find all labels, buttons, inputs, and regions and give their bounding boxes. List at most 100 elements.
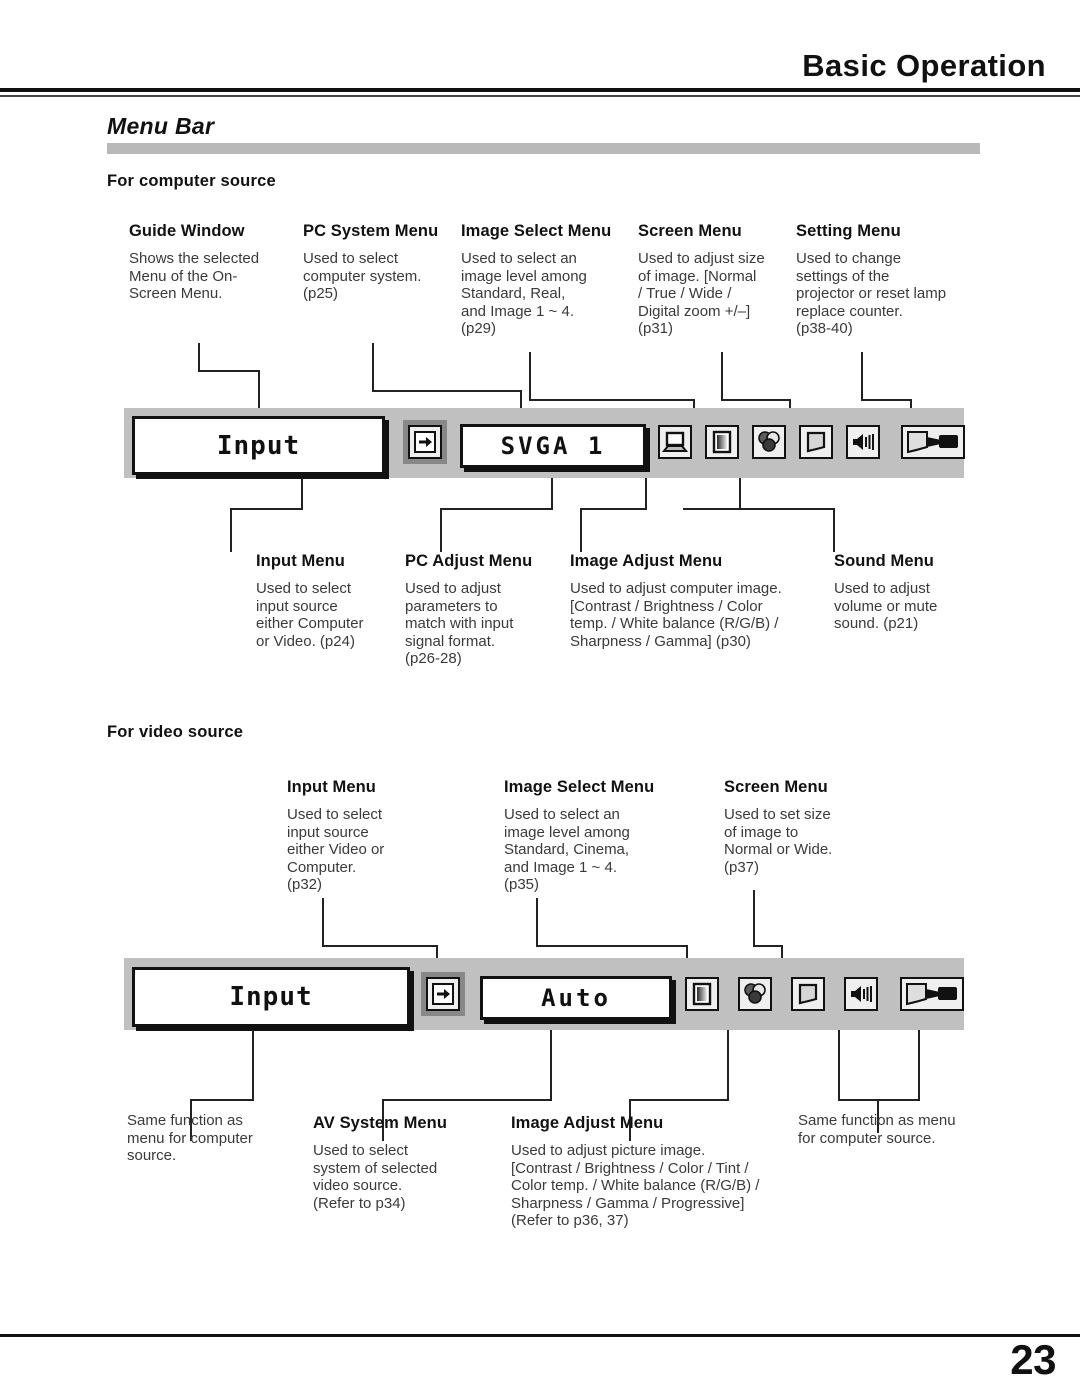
leader-image-adjust-seg3 — [580, 508, 582, 552]
callout-title: Sound Menu — [834, 552, 934, 570]
leader-video-same-fn-left-seg2 — [190, 1099, 254, 1101]
callout-video-same-function-right: Same function as menu for computer sourc… — [798, 1112, 998, 1147]
page-number: 23 — [1010, 1336, 1056, 1383]
input-source-icon[interactable] — [403, 420, 447, 464]
callout-body: Used to select input source either Compu… — [256, 580, 364, 650]
callout-title: Input Menu — [287, 778, 376, 796]
leader-av-system-seg2 — [382, 1099, 552, 1101]
callout-title: PC System Menu — [303, 222, 439, 240]
section-title: Menu Bar — [107, 113, 215, 139]
callout-input-menu-video: Input Menu Used to select input source e… — [287, 778, 447, 894]
callout-image-select-menu: Image Select Menu Used to select an imag… — [461, 222, 629, 338]
callout-image-adjust-menu-computer: Image Adjust Menu Used to adjust compute… — [570, 552, 870, 650]
callout-guide-window: Guide Window Shows the selected Menu of … — [129, 222, 289, 303]
osd-menu-bar-video: Input Auto — [124, 958, 964, 1030]
callout-body: Used to select an image level among Stan… — [461, 250, 587, 338]
leader-image-select-seg2 — [529, 399, 695, 401]
callout-body: Used to adjust picture image. [Contrast … — [511, 1142, 760, 1230]
callout-body: Same function as menu for computer sourc… — [798, 1112, 956, 1147]
leader-input-menu-seg3 — [230, 508, 232, 552]
leader-sound-menu-seg4 — [739, 508, 835, 510]
callout-title: PC Adjust Menu — [405, 552, 533, 570]
section-underline-bar — [107, 143, 980, 154]
callout-video-same-function-left: Same function as menu for computer sourc… — [127, 1112, 297, 1165]
leader-pc-system-seg2 — [372, 390, 522, 392]
leader-video-input-seg1 — [322, 898, 324, 947]
callout-image-adjust-menu-video: Image Adjust Menu Used to adjust picture… — [511, 1114, 811, 1230]
callout-body: Used to select input source either Video… — [287, 806, 385, 894]
callout-body: Used to adjust parameters to match with … — [405, 580, 514, 668]
leader-pc-adjust-seg2 — [440, 508, 553, 510]
image-select-icon[interactable] — [705, 425, 739, 459]
leader-input-menu-seg1 — [301, 478, 303, 510]
screen-size-icon[interactable] — [799, 425, 833, 459]
callout-body: Same function as menu for computer sourc… — [127, 1112, 253, 1165]
callout-pc-adjust-menu: PC Adjust Menu Used to adjust parameters… — [405, 552, 565, 668]
leader-pc-system-seg1 — [372, 343, 374, 392]
leader-screen-menu-seg2 — [721, 399, 791, 401]
pc-system-value-label: SVGA 1 — [500, 432, 606, 460]
callout-body: Used to set size of image to Normal or W… — [724, 806, 833, 876]
callout-title: AV System Menu — [313, 1114, 448, 1132]
subheading-for-computer-source: For computer source — [107, 172, 276, 190]
guide-window-label: Input — [229, 982, 313, 1012]
leader-guide-window-seg1 — [198, 343, 200, 372]
callout-setting-menu: Setting Menu Used to change settings of … — [796, 222, 986, 338]
image-adjust-color-icon[interactable] — [752, 425, 786, 459]
callout-title: Image Select Menu — [504, 778, 655, 796]
leader-setting-menu-seg2 — [861, 399, 912, 401]
callout-screen-menu: Screen Menu Used to adjust size of image… — [638, 222, 788, 338]
leader-video-screen-seg2 — [753, 945, 783, 947]
callout-title: Image Adjust Menu — [570, 552, 723, 570]
sound-speaker-icon[interactable] — [844, 977, 878, 1011]
manual-page: Basic Operation Menu Bar For computer so… — [0, 0, 1080, 1397]
av-system-value-label: Auto — [541, 984, 611, 1012]
callout-body: Used to select system of selected video … — [313, 1142, 438, 1212]
guide-window-label: Input — [216, 430, 301, 461]
leader-screen-menu-seg1 — [721, 352, 723, 401]
pc-system-value-box[interactable]: SVGA 1 — [460, 424, 646, 468]
leader-video-imgsel-seg1 — [536, 898, 538, 947]
leader-pc-adjust-seg1 — [551, 478, 553, 510]
callout-title: Screen Menu — [724, 778, 828, 796]
footer-rule — [0, 1334, 1080, 1337]
leader-setting-menu-seg1 — [861, 352, 863, 401]
callout-body: Used to select an image level among Stan… — [504, 806, 630, 894]
setting-projector-icon[interactable] — [900, 977, 964, 1011]
guide-window-box[interactable]: Input — [132, 967, 410, 1027]
leader-video-same-fn-right-seg1 — [838, 1030, 840, 1101]
osd-menu-bar-computer: Input SVGA 1 — [124, 408, 965, 478]
setting-projector-icon[interactable] — [901, 425, 965, 459]
callout-sound-menu: Sound Menu Used to adjust volume or mute… — [834, 552, 994, 633]
callout-title: Image Adjust Menu — [511, 1114, 664, 1132]
sound-speaker-icon[interactable] — [846, 425, 880, 459]
callout-title: Guide Window — [129, 222, 245, 240]
callout-body: Used to select computer system. (p25) — [303, 250, 422, 303]
callout-title: Screen Menu — [638, 222, 742, 240]
guide-window-box[interactable]: Input — [132, 416, 385, 475]
header-rule-thick — [0, 88, 1080, 92]
leader-input-menu-seg2 — [230, 508, 303, 510]
subheading-for-video-source: For video source — [107, 723, 244, 741]
av-system-value-box[interactable]: Auto — [480, 976, 672, 1020]
callout-body: Used to adjust volume or mute sound. (p2… — [834, 580, 938, 633]
image-adjust-color-icon[interactable] — [738, 977, 772, 1011]
image-select-icon[interactable] — [685, 977, 719, 1011]
callout-body: Shows the selected Menu of the On- Scree… — [129, 250, 260, 303]
pc-system-computer-icon[interactable] — [658, 425, 692, 459]
callout-body: Used to adjust computer image. [Contrast… — [570, 580, 782, 650]
callout-input-menu-computer: Input Menu Used to select input source e… — [256, 552, 416, 650]
callout-title: Image Select Menu — [461, 222, 612, 240]
callout-screen-menu-video: Screen Menu Used to set size of image to… — [724, 778, 884, 876]
leader-image-adjust-seg2 — [580, 508, 647, 510]
leader-sound-menu-seg2 — [683, 508, 741, 510]
page-header-title: Basic Operation — [802, 48, 1046, 83]
callout-title: Setting Menu — [796, 222, 901, 240]
screen-size-icon[interactable] — [791, 977, 825, 1011]
callout-body: Used to change settings of the projector… — [796, 250, 947, 338]
input-source-icon[interactable] — [421, 972, 465, 1016]
callout-pc-system-menu: PC System Menu Used to select computer s… — [303, 222, 453, 303]
leader-video-same-fn-right-seg3 — [838, 1099, 920, 1101]
leader-video-image-adjust-seg2 — [629, 1099, 729, 1101]
callout-body: Used to adjust size of image. [Normal / … — [638, 250, 765, 338]
